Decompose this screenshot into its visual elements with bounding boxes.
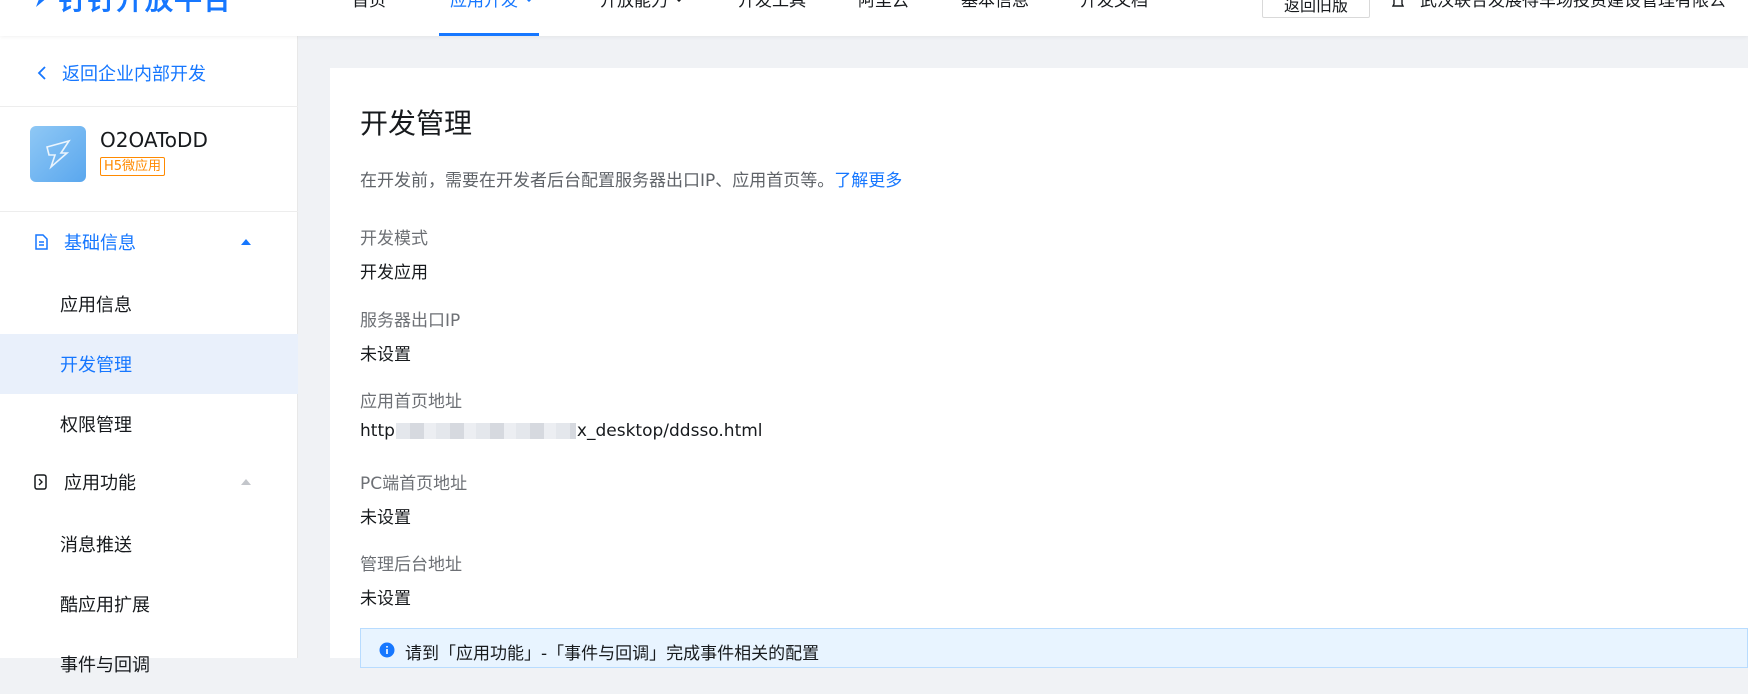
page-title: 开发管理 [360,107,473,140]
chevron-down-icon [677,0,681,2]
intro-description: 在开发前，需要在开发者后台配置服务器出口IP、应用首页等。 [360,171,835,191]
field-label-server-ip: 服务器出口IP [360,311,461,331]
menu-group-app-functions[interactable]: 应用功能 [0,454,298,510]
field-value-pc-home-url: 未设置 [360,508,411,528]
nav-home-label: 首页 [352,0,386,11]
sidebar-item-app-info[interactable]: 应用信息 [0,274,298,334]
nav-basic-info[interactable]: 基本信息 [961,0,1029,11]
document-icon [35,234,48,250]
notice-text: 请到「应用功能」-「事件与回调」完成事件相关的配置 [405,644,820,664]
app-logo-glyph [46,139,71,170]
brand-name: 钉钉开放平台 [58,0,232,18]
nav-basic-info-label: 基本信息 [961,0,1029,11]
nav-dev-tools-label: 开发工具 [738,0,806,11]
nav-active-indicator [439,33,539,36]
sidebar-item-message-push[interactable]: 消息推送 [0,514,298,574]
field-label-admin-url: 管理后台地址 [360,555,462,575]
sidebar-item-permissions[interactable]: 权限管理 [0,394,298,454]
nav-app-dev-label: 应用开发 [450,0,518,11]
menu-group-label: 应用功能 [64,473,136,494]
field-value-admin-url: 未设置 [360,589,411,609]
sidebar-item-label: 酷应用扩展 [60,595,150,616]
app-type-badge: H5微应用 [100,157,166,176]
back-to-old-version-label: 返回旧版 [1283,0,1348,15]
home-url-prefix: http [360,421,395,441]
main-content-card: 开发管理 在开发前，需要在开发者后台配置服务器出口IP、应用首页等。了解更多 开… [330,68,1748,668]
field-value-server-ip: 未设置 [360,345,411,365]
nav-dev-tools[interactable]: 开发工具 [738,0,806,11]
field-value-dev-mode: 开发应用 [360,263,428,283]
app-name: O2OAToDD [100,128,208,152]
sidebar-item-label: 消息推送 [60,535,132,556]
nav-docs[interactable]: 开发文档 [1080,0,1148,11]
back-link-label: 返回企业内部开发 [62,64,206,85]
nav-aliyun[interactable]: 阿里云 [858,0,909,11]
back-to-old-version-button[interactable]: 返回旧版 [1262,0,1370,18]
learn-more-link[interactable]: 了解更多 [834,171,902,191]
intro-text: 在开发前，需要在开发者后台配置服务器出口IP、应用首页等。了解更多 [360,166,902,191]
sidebar-item-label: 应用信息 [60,295,132,316]
back-to-internal-dev-link[interactable]: 返回企业内部开发 [36,60,206,86]
home-url-suffix: x_desktop/ddsso.html [576,421,763,441]
redacted-blur [395,423,576,439]
caret-up-icon [241,239,251,245]
info-notice-banner: 请到「应用功能」-「事件与回调」完成事件相关的配置 [360,628,1748,668]
field-value-home-url: http x_desktop/ddsso.html [360,421,763,441]
caret-up-icon [241,479,251,485]
menu-group-label: 基础信息 [64,233,136,254]
top-nav-bar: 钉钉开放平台 首页 应用开发 开放能力 开发工具 阿里云 基本信息 开发文档 返… [0,0,1748,36]
field-label-pc-home-url: PC端首页地址 [360,474,468,494]
phone-function-icon [34,474,47,490]
sidebar-item-events-callbacks[interactable]: 事件与回调 [0,634,298,694]
organization-name[interactable]: 武汉联合发展得车场投资建设管理有限公 [1420,0,1726,11]
sidebar-item-label: 开发管理 [60,355,132,376]
app-card: O2OAToDD H5微应用 [30,126,208,182]
chevron-left-icon [37,66,46,80]
info-icon [379,642,395,658]
divider [0,211,298,212]
bell-icon[interactable] [1390,0,1406,10]
chevron-down-icon [527,0,531,2]
sidebar: 返回企业内部开发 O2OAToDD H5微应用 基础信息 应用信息 开发管理 权… [0,36,298,676]
nav-aliyun-label: 阿里云 [858,0,909,11]
nav-app-dev[interactable]: 应用开发 [450,0,534,11]
sidebar-item-label: 事件与回调 [60,655,150,676]
brand-logo[interactable]: 钉钉开放平台 [30,0,232,18]
divider [0,106,298,107]
sidebar-item-cool-app[interactable]: 酷应用扩展 [0,574,298,634]
nav-open-capabilities-label: 开放能力 [600,0,668,11]
field-label-home-url: 应用首页地址 [360,392,462,412]
sidebar-item-label: 权限管理 [60,415,132,436]
menu-group-basic-info[interactable]: 基础信息 [0,214,298,270]
nav-open-capabilities[interactable]: 开放能力 [600,0,684,11]
app-logo-icon [30,126,86,182]
sidebar-item-dev-management[interactable]: 开发管理 [0,334,298,394]
dingtalk-logo-icon [36,0,45,7]
nav-home[interactable]: 首页 [352,0,386,11]
field-label-dev-mode: 开发模式 [360,229,428,249]
nav-docs-label: 开发文档 [1080,0,1148,11]
